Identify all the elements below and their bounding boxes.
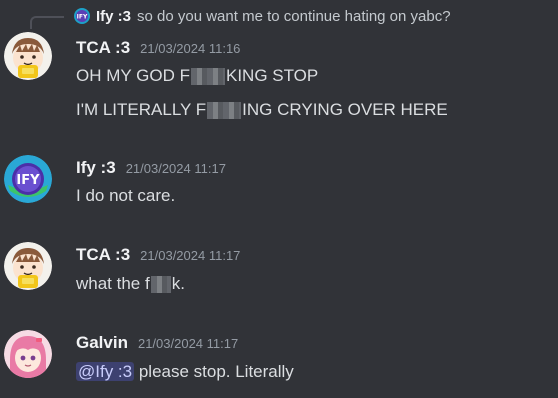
censored-blur (207, 102, 242, 120)
message-4-line-1: @Ify :3 please stop. Literally (76, 361, 294, 383)
message-text: OH MY GOD F (76, 66, 190, 85)
tca-avatar[interactable] (4, 242, 52, 290)
message-1-line-2: I'M LITERALLY F ING CRYING OVER HERE (76, 99, 448, 121)
message-author[interactable]: TCA :3 (76, 38, 130, 58)
galvin-avatar[interactable] (4, 330, 52, 378)
message-3-line-1: what the f k. (76, 273, 185, 295)
message-text: k. (171, 274, 185, 293)
tca-avatar-image (4, 32, 52, 80)
message-text: please stop. Literally (134, 362, 294, 381)
message-3-header: TCA :3 21/03/2024 11:17 (76, 245, 240, 267)
ify-reply-avatar-letters: IFY (77, 14, 88, 21)
user-mention[interactable]: @Ify :3 (76, 362, 135, 381)
message-1-line-1: OH MY GOD F KING STOP (76, 65, 318, 87)
message-author[interactable]: TCA :3 (76, 245, 130, 265)
ify-avatar[interactable]: IFY (4, 155, 52, 203)
censored-blur (190, 68, 225, 86)
censored-blur (150, 276, 171, 294)
reply-reference[interactable]: IFY Ify :3 so do you want me to continue… (74, 6, 451, 26)
message-timestamp[interactable]: 21/03/2024 11:16 (140, 41, 240, 56)
message-text: KING STOP (225, 66, 319, 85)
message-1-header: TCA :3 21/03/2024 11:16 (76, 38, 240, 60)
message-text: what the f (76, 274, 150, 293)
message-text: ING CRYING OVER HERE (242, 100, 448, 119)
tca-avatar[interactable] (4, 32, 52, 80)
tca-avatar-image (4, 242, 52, 290)
ify-avatar-image: IFY (4, 155, 52, 203)
message-text: I'M LITERALLY F (76, 100, 207, 119)
reply-connector-line (30, 16, 64, 29)
message-2-header: Ify :3 21/03/2024 11:17 (76, 158, 226, 180)
message-author[interactable]: Galvin (76, 333, 128, 353)
message-timestamp[interactable]: 21/03/2024 11:17 (138, 336, 238, 351)
reply-preview-text[interactable]: so do you want me to continue hating on … (137, 8, 451, 25)
message-timestamp[interactable]: 21/03/2024 11:17 (126, 161, 226, 176)
message-author[interactable]: Ify :3 (76, 158, 116, 178)
ify-reply-avatar-icon: IFY (74, 8, 90, 24)
message-4-header: Galvin 21/03/2024 11:17 (76, 333, 238, 355)
message-2-line-1: I do not care. (76, 185, 175, 207)
chat-message-list: IFY Ify :3 so do you want me to continue… (0, 0, 558, 398)
message-text: I do not care. (76, 186, 176, 205)
ify-avatar-letters: IFY (16, 173, 40, 188)
reply-author[interactable]: Ify :3 (96, 8, 131, 25)
galvin-avatar-image (4, 330, 52, 378)
message-timestamp[interactable]: 21/03/2024 11:17 (140, 248, 240, 263)
